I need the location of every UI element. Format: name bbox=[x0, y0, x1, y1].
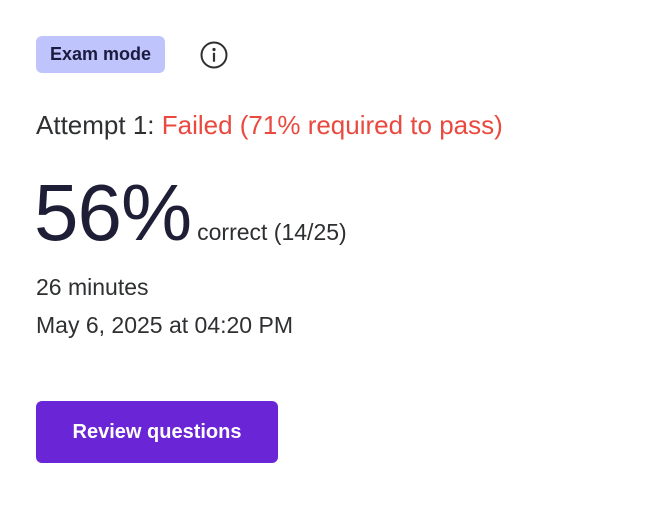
exam-mode-badge: Exam mode bbox=[36, 36, 166, 73]
attempt-result: Attempt 1: Failed (71% required to pass) bbox=[36, 107, 503, 143]
attempt-date: May 6, 2025 at 04:20 PM bbox=[36, 312, 293, 338]
attempt-label: Attempt 1: bbox=[36, 110, 155, 140]
attempt-duration: 26 minutes bbox=[36, 274, 149, 300]
score-summary: 56% correct (14/25) bbox=[34, 166, 347, 260]
info-icon[interactable] bbox=[199, 40, 229, 70]
attempt-status: Failed (71% required to pass) bbox=[161, 110, 503, 140]
score-percent: 56% bbox=[34, 168, 192, 257]
score-caption: correct (14/25) bbox=[197, 219, 347, 245]
review-questions-button[interactable]: Review questions bbox=[36, 401, 278, 463]
